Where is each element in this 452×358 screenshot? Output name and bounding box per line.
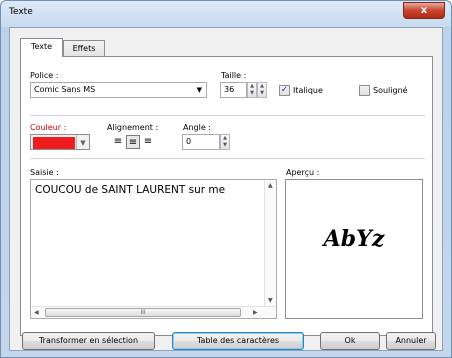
text-dialog-window: Texte x Texte Effets Police : Comic Sans…: [0, 0, 452, 358]
transform-selection-button[interactable]: Transformer en sélection: [22, 332, 155, 350]
button-label: Table des caractères: [196, 336, 280, 345]
alignment-label: Alignement :: [107, 123, 159, 132]
tab-texte[interactable]: Texte: [20, 38, 63, 57]
spin-up-icon: ▲: [260, 83, 264, 89]
align-center-button[interactable]: ≡: [126, 135, 140, 149]
dialog-client-area: Texte Effets Police : Comic Sans MS ▼ Ta…: [9, 27, 443, 351]
color-picker[interactable]: ▼: [30, 134, 90, 150]
title-bar: Texte x: [1, 1, 451, 27]
align-left-button[interactable]: ≡: [111, 135, 125, 149]
tab-effets[interactable]: Effets: [63, 40, 105, 57]
button-label: Ok: [344, 336, 356, 345]
angle-label: Angle :: [183, 123, 212, 132]
size-input[interactable]: 36: [220, 82, 247, 98]
underline-label: Souligné: [373, 86, 408, 95]
align-right-button[interactable]: ≡: [141, 135, 155, 149]
spin-down-icon: ▼: [260, 90, 264, 96]
color-label: Couleur :: [30, 123, 67, 132]
angle-value: 0: [186, 137, 192, 146]
tab-label: Texte: [30, 42, 53, 51]
align-center-icon: ≡: [128, 137, 138, 148]
underline-checkbox[interactable]: [359, 85, 370, 96]
italic-label: Italique: [293, 86, 323, 95]
font-select[interactable]: Comic Sans MS ▼: [30, 82, 207, 98]
text-input-value: COUCOU de SAINT LAURENT sur me: [35, 184, 226, 196]
window-title: Texte: [9, 7, 33, 17]
button-label: Annuler: [395, 336, 427, 345]
chevron-down-icon: ▼: [196, 86, 202, 94]
size-label: Taille :: [221, 71, 247, 80]
divider: [30, 158, 425, 159]
spin-down-icon[interactable]: ▼: [221, 142, 229, 149]
font-select-value: Comic Sans MS: [34, 85, 96, 94]
preview-text: AbYz: [323, 226, 385, 252]
size-stepper-right[interactable]: ▲ ▼: [257, 82, 267, 98]
italic-checkbox[interactable]: ✓: [279, 85, 290, 96]
cancel-button[interactable]: Annuler: [386, 332, 436, 350]
preview-label: Aperçu :: [286, 168, 320, 177]
close-button[interactable]: x: [403, 2, 445, 19]
align-right-icon: ≡: [143, 136, 153, 147]
scroll-down-icon[interactable]: ▼: [268, 297, 273, 304]
color-swatch: [33, 137, 75, 149]
close-icon: x: [420, 5, 428, 16]
scroll-thumb-grip: III: [140, 309, 146, 316]
size-value: 36: [224, 85, 235, 94]
font-label: Police :: [30, 71, 59, 80]
text-input-area[interactable]: COUCOU de SAINT LAURENT sur me ▲ ▼ ◀ III…: [30, 179, 277, 319]
angle-input[interactable]: 0: [182, 134, 220, 150]
horizontal-scrollbar[interactable]: ◀ III ▶: [31, 306, 276, 318]
preview-box: AbYz: [285, 179, 423, 319]
angle-stepper[interactable]: ▲ ▼: [220, 134, 230, 150]
spin-down-icon[interactable]: ▼: [248, 90, 256, 97]
align-left-icon: ≡: [113, 136, 123, 147]
tab-label: Effets: [72, 44, 96, 53]
tab-panel-texte: Police : Comic Sans MS ▼ Taille : 36 ▲ ▼…: [20, 56, 433, 336]
character-map-button[interactable]: Table des caractères: [172, 332, 304, 350]
button-label: Transformer en sélection: [38, 336, 139, 345]
size-stepper[interactable]: ▲ ▼: [247, 82, 257, 98]
scroll-right-icon[interactable]: ▶: [253, 309, 258, 316]
scroll-thumb[interactable]: III: [45, 308, 241, 317]
scroll-left-icon[interactable]: ◀: [34, 309, 39, 316]
vertical-scrollbar[interactable]: ▲ ▼: [264, 180, 276, 318]
spin-up-icon[interactable]: ▲: [221, 135, 229, 142]
ok-button[interactable]: Ok: [320, 332, 380, 350]
input-label: Saisie :: [30, 168, 59, 177]
spin-up-icon[interactable]: ▲: [248, 83, 256, 90]
scroll-up-icon[interactable]: ▲: [268, 182, 273, 189]
checkmark-icon: ✓: [280, 85, 289, 95]
divider: [30, 115, 425, 116]
chevron-down-icon: ▼: [76, 135, 89, 149]
